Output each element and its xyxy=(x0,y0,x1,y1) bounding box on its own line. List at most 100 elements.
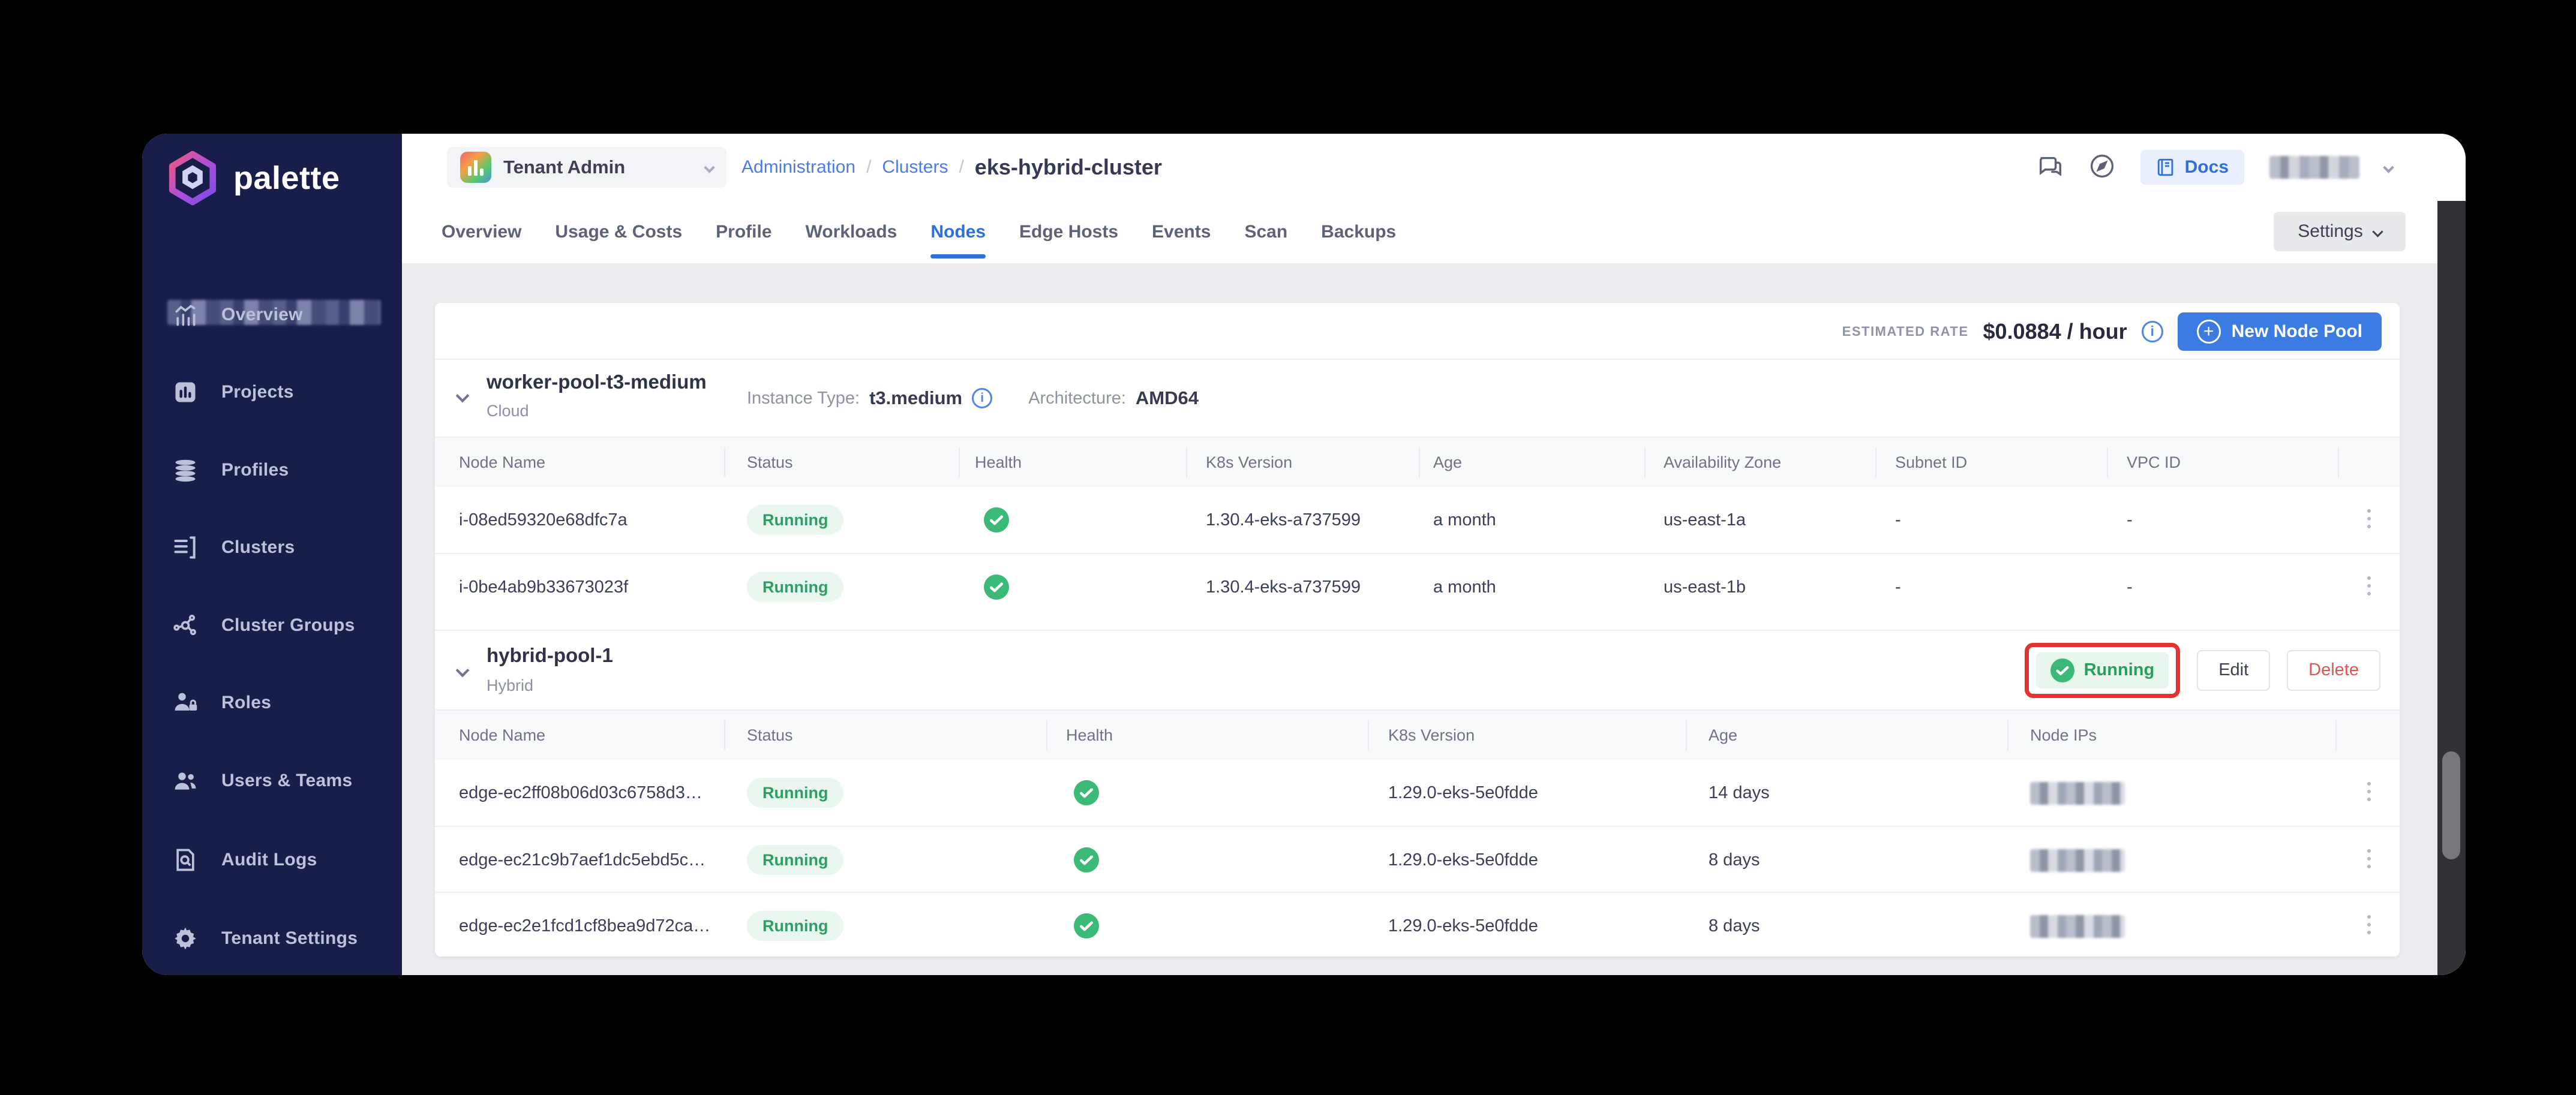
projects-icon xyxy=(171,378,200,407)
redacted-username xyxy=(2269,156,2359,179)
column-separator xyxy=(2338,447,2339,477)
column-separator xyxy=(1686,720,1687,750)
redacted-node-ips xyxy=(2030,782,2125,805)
pool-name: worker-pool-t3-medium xyxy=(487,371,707,393)
column-separator xyxy=(724,720,725,750)
sidebar-item-label: Users & Teams xyxy=(221,771,352,791)
top-bar-actions: Docs xyxy=(2036,134,2392,201)
health-ok-icon xyxy=(984,574,1009,603)
row-actions-menu[interactable] xyxy=(2364,912,2374,938)
tab-profile[interactable]: Profile xyxy=(716,201,771,263)
delete-label: Delete xyxy=(2308,660,2359,680)
help-compass-icon[interactable] xyxy=(2089,153,2115,182)
breadcrumb-separator: / xyxy=(866,157,871,178)
k8s-version-cell: 1.30.4-eks-a737599 xyxy=(1206,554,1361,620)
status-badge: Running xyxy=(747,778,843,808)
column-separator xyxy=(1419,447,1420,477)
audit-icon xyxy=(171,846,200,874)
check-circle-icon xyxy=(2050,658,2074,682)
column-header: Age xyxy=(1433,438,1462,487)
tab-backups[interactable]: Backups xyxy=(1321,201,1396,263)
tab-workloads[interactable]: Workloads xyxy=(806,201,897,263)
tab-nodes[interactable]: Nodes xyxy=(930,201,986,263)
vertical-scrollbar-thumb[interactable] xyxy=(2442,751,2460,859)
edit-label: Edit xyxy=(2218,660,2248,680)
sidebar-item-overview[interactable]: Overview xyxy=(171,296,392,333)
table-row: i-08ed59320e68dfc7a Running 1.30.4-eks-a… xyxy=(435,487,2400,553)
column-separator xyxy=(1644,447,1646,477)
tab-events[interactable]: Events xyxy=(1152,201,1211,263)
network-icon xyxy=(171,611,200,640)
brand-logo: palette xyxy=(165,151,340,206)
gear-icon xyxy=(171,924,200,953)
delete-pool-button[interactable]: Delete xyxy=(2287,650,2380,691)
column-header: Subnet ID xyxy=(1895,438,1967,487)
sidebar-item-audit-logs[interactable]: Audit Logs xyxy=(171,841,392,879)
estimated-rate-value: $0.0884 / hour xyxy=(1983,319,2127,344)
row-actions-menu[interactable] xyxy=(2364,778,2374,805)
column-header: Status xyxy=(747,711,793,760)
sidebar-item-clusters[interactable]: Clusters xyxy=(171,529,392,566)
content-area: ESTIMATED RATE $0.0884 / hour i + New No… xyxy=(402,263,2466,975)
sidebar-item-label: Profiles xyxy=(221,460,289,480)
row-actions-menu[interactable] xyxy=(2364,506,2374,532)
pool-header-worker-pool: worker-pool-t3-medium Cloud Instance Typ… xyxy=(435,360,2400,438)
status-badge: Running xyxy=(747,845,843,875)
table-header-worker-pool: Node Name Status Health K8s Version Age … xyxy=(435,438,2400,487)
status-badge: Running xyxy=(747,505,843,535)
info-icon[interactable]: i xyxy=(972,388,992,408)
sidebar-item-cluster-groups[interactable]: Cluster Groups xyxy=(171,607,392,644)
column-separator xyxy=(1046,720,1047,750)
feedback-chat-icon[interactable] xyxy=(2036,152,2064,183)
tenant-scope-selector[interactable]: Tenant Admin xyxy=(447,147,726,188)
vpc-id-cell: - xyxy=(2127,554,2133,620)
health-ok-icon xyxy=(1074,847,1099,876)
instance-type-label: Instance Type: xyxy=(747,389,860,408)
sidebar-item-roles[interactable]: Roles xyxy=(171,684,392,721)
breadcrumb-separator: / xyxy=(959,157,963,178)
docs-button[interactable]: Docs xyxy=(2140,150,2244,185)
sidebar-item-label: Overview xyxy=(221,305,303,325)
sidebar-item-tenant-settings[interactable]: Tenant Settings xyxy=(171,920,392,957)
tab-overview[interactable]: Overview xyxy=(442,201,521,263)
collapse-pool-button[interactable] xyxy=(458,391,467,404)
docs-label: Docs xyxy=(2185,157,2229,178)
collapse-pool-button[interactable] xyxy=(458,666,467,678)
new-node-pool-label: New Node Pool xyxy=(2232,321,2362,342)
sidebar-item-users-teams[interactable]: Users & Teams xyxy=(171,762,392,799)
breadcrumb-administration[interactable]: Administration xyxy=(741,157,855,178)
screenshot-canvas: palette Overview Projects Profiles Clu xyxy=(0,0,2576,1095)
column-separator xyxy=(1368,720,1369,750)
architecture-label: Architecture: xyxy=(1028,389,1126,408)
status-badge: Running xyxy=(747,572,843,602)
sidebar-item-profiles[interactable]: Profiles xyxy=(171,452,392,489)
breadcrumb-clusters[interactable]: Clusters xyxy=(882,157,948,178)
breadcrumb: Administration / Clusters / eks-hybrid-c… xyxy=(741,134,1162,201)
edit-pool-button[interactable]: Edit xyxy=(2197,650,2270,691)
k8s-version-cell: 1.29.0-eks-5e0fdde xyxy=(1388,760,1538,826)
tab-edge-hosts[interactable]: Edge Hosts xyxy=(1019,201,1118,263)
column-header: K8s Version xyxy=(1388,711,1475,760)
node-pools-card: ESTIMATED RATE $0.0884 / hour i + New No… xyxy=(435,303,2400,956)
sidebar-item-label: Projects xyxy=(221,382,294,402)
settings-button[interactable]: Settings xyxy=(2274,212,2406,251)
age-cell: 8 days xyxy=(1709,893,1760,956)
sidebar-item-label: Roles xyxy=(221,693,271,713)
sidebar-item-label: Tenant Settings xyxy=(221,928,358,949)
chevron-down-icon xyxy=(2372,226,2383,237)
tab-usage-costs[interactable]: Usage & Costs xyxy=(555,201,682,263)
info-icon[interactable]: i xyxy=(2142,321,2163,342)
users-icon xyxy=(171,766,200,795)
pool-status-label: Running xyxy=(2084,660,2155,680)
breadcrumb-current-cluster: eks-hybrid-cluster xyxy=(975,155,1162,180)
new-node-pool-button[interactable]: + New Node Pool xyxy=(2178,312,2382,351)
sidebar-item-label: Audit Logs xyxy=(221,850,317,870)
row-actions-menu[interactable] xyxy=(2364,846,2374,872)
brand-name: palette xyxy=(233,160,340,197)
user-menu-chevron-icon[interactable] xyxy=(2383,162,2394,173)
row-actions-menu[interactable] xyxy=(2364,573,2374,599)
app-window: palette Overview Projects Profiles Clu xyxy=(142,134,2466,975)
sidebar: palette Overview Projects Profiles Clu xyxy=(142,134,402,975)
tab-scan[interactable]: Scan xyxy=(1244,201,1287,263)
sidebar-item-projects[interactable]: Projects xyxy=(171,374,392,411)
